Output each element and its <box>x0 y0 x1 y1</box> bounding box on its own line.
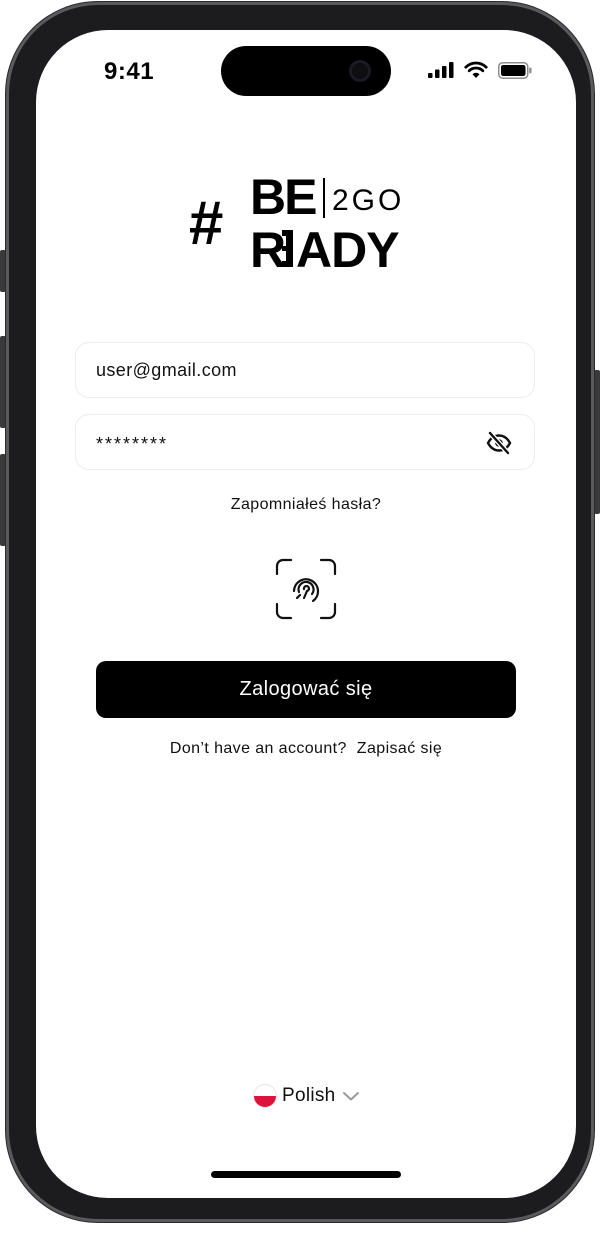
language-selector[interactable]: Polish <box>254 1085 360 1107</box>
signup-link[interactable]: Zapisać się <box>357 740 442 757</box>
logo-2go: 2GO <box>332 184 404 217</box>
cellular-signal-icon <box>428 62 454 78</box>
face-id-icon[interactable] <box>275 558 337 620</box>
phone-screen: 9:41 # BE 2GO R ADY user@gmail.com *****… <box>36 30 576 1198</box>
chevron-down-icon <box>342 1092 359 1101</box>
home-indicator[interactable] <box>211 1171 401 1178</box>
login-button[interactable]: Zalogować się <box>96 661 516 718</box>
phone-frame: 9:41 # BE 2GO R ADY user@gmail.com *****… <box>6 2 594 1222</box>
logo-be: BE <box>250 170 316 225</box>
logo-r: R <box>250 222 286 270</box>
logo-reversed-e <box>282 230 293 267</box>
language-label: Polish <box>282 1085 336 1106</box>
forgot-password-link[interactable]: Zapomniałeś hasła? <box>36 496 576 514</box>
email-value: user@gmail.com <box>96 360 237 380</box>
eye-slash-icon[interactable] <box>486 430 512 456</box>
logo-divider <box>323 178 325 218</box>
status-time: 9:41 <box>104 58 155 85</box>
side-button-power <box>594 370 600 514</box>
logo-hash: # <box>188 189 223 258</box>
dynamic-island <box>221 46 391 96</box>
password-field[interactable]: ******** <box>75 414 535 470</box>
poland-flag-icon <box>254 1085 276 1107</box>
be-ready-2go-logo: # BE 2GO R ADY <box>188 170 404 270</box>
front-camera <box>349 60 371 82</box>
logo-ady: ADY <box>296 222 399 270</box>
signup-row: Don’t have an account? Zapisać się <box>36 740 576 758</box>
wifi-icon <box>464 61 488 78</box>
email-field[interactable]: user@gmail.com <box>75 342 535 398</box>
password-value: ******** <box>96 434 169 454</box>
battery-icon <box>498 61 532 79</box>
status-icons <box>428 61 532 79</box>
signup-prompt: Don’t have an account? <box>169 740 347 757</box>
